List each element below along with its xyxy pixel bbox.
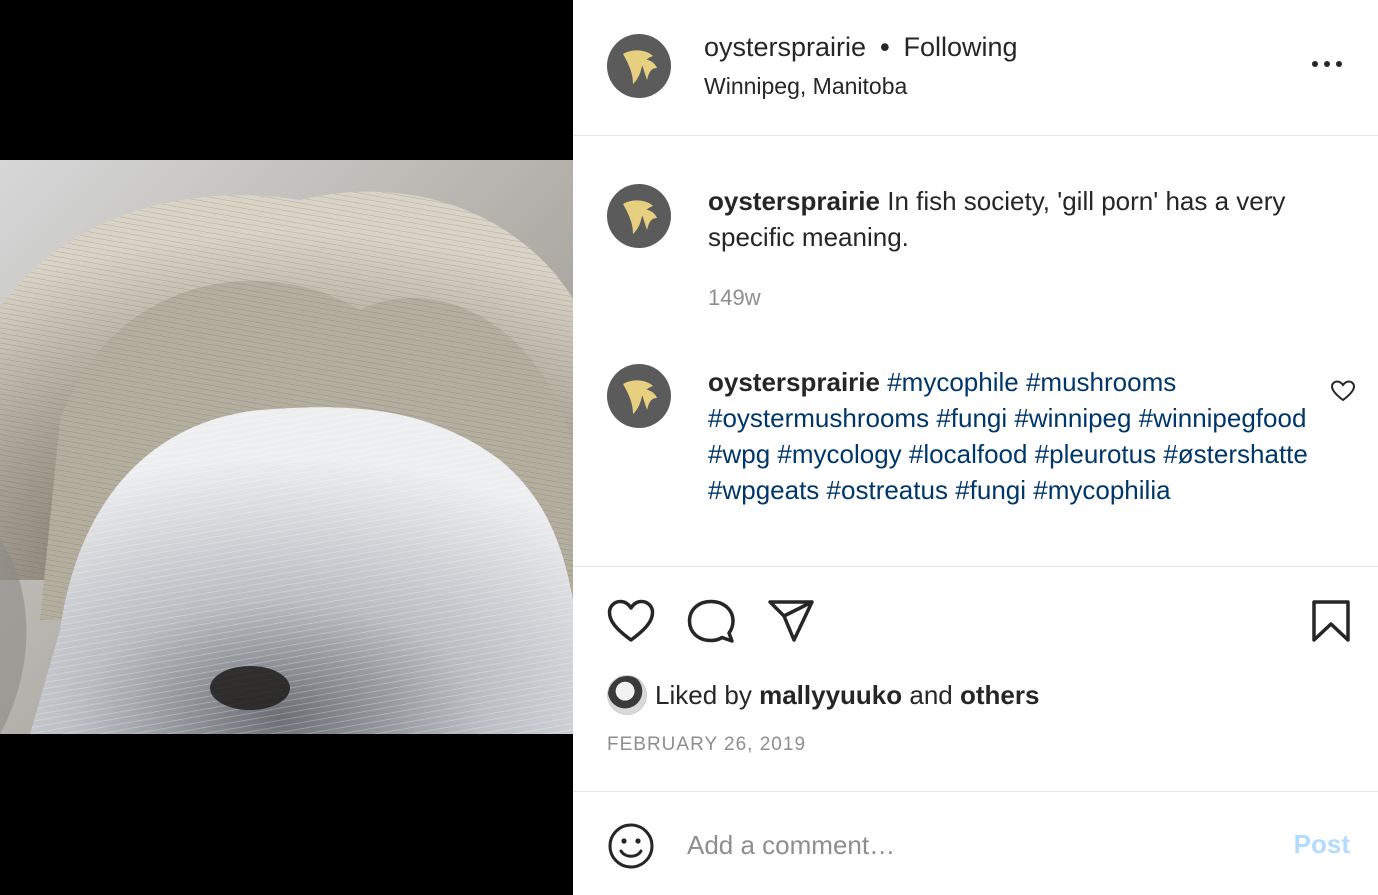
hashtag-link[interactable]: #wpgeats (708, 475, 819, 505)
comment-input[interactable] (687, 823, 1257, 867)
oyster-logo-icon (623, 50, 657, 84)
hashtag-link[interactable]: #pleurotus (1035, 439, 1156, 469)
likes-summary: Liked by mallyyuuko and others (607, 675, 1039, 715)
hashtag-link[interactable]: #localfood (909, 439, 1028, 469)
hashtag-link[interactable]: #winnipeg (1014, 403, 1131, 433)
heart-icon[interactable] (607, 599, 655, 643)
following-button[interactable]: Following (904, 32, 1018, 63)
hashtag-link[interactable]: #mycophilia (1033, 475, 1170, 505)
likes-conjunction: and (909, 679, 953, 710)
hashtag-link[interactable]: #oystermushrooms (708, 403, 929, 433)
hashtag-link[interactable]: #østershatte (1163, 439, 1308, 469)
caption-timestamp[interactable]: 149w (708, 285, 761, 311)
share-icon[interactable] (767, 599, 815, 643)
header-username[interactable]: oystersprairie (704, 32, 866, 63)
hashtag-link[interactable]: #wpg (708, 439, 770, 469)
post-button[interactable]: Post (1294, 829, 1350, 860)
emoji-icon[interactable] (607, 822, 655, 870)
hashtag-link[interactable]: #mycophile (887, 367, 1019, 397)
post-date[interactable]: FEBRUARY 26, 2019 (607, 734, 806, 756)
profile-avatar[interactable] (607, 34, 671, 98)
small-heart-icon[interactable] (1330, 379, 1356, 403)
media-pane (0, 0, 573, 895)
oyster-logo-icon (623, 200, 657, 234)
hashtag-link[interactable]: #mycology (777, 439, 901, 469)
caption-avatar[interactable] (607, 184, 671, 248)
hashtag-link[interactable]: #mushrooms (1026, 367, 1176, 397)
hashtag-link[interactable]: #fungi (936, 403, 1007, 433)
liker-username[interactable]: mallyyuuko (759, 680, 902, 711)
comment-avatar[interactable] (607, 364, 671, 428)
likes-others-link[interactable]: others (960, 680, 1039, 711)
separator-dot: • (880, 32, 890, 62)
liker-avatar[interactable] (607, 675, 647, 715)
hashtag-comment: oystersprairie #mycophile #mushrooms #oy… (708, 364, 1318, 508)
comment-composer: Post (573, 793, 1378, 895)
post-details-panel: oystersprairie • Following Winnipeg, Man… (573, 0, 1378, 895)
comment-username[interactable]: oystersprairie (708, 367, 880, 397)
header-title-row: oystersprairie • Following (704, 32, 1018, 63)
more-options-icon[interactable] (1310, 52, 1344, 76)
location-link[interactable]: Winnipeg, Manitoba (704, 73, 907, 100)
caption-username[interactable]: oystersprairie (708, 186, 880, 216)
hashtag-link[interactable]: #ostreatus (827, 475, 948, 505)
likes-prefix: Liked by (655, 679, 752, 710)
oyster-logo-icon (623, 380, 657, 414)
caption: oystersprairie In fish society, 'gill po… (708, 183, 1358, 255)
comments-section: oystersprairie In fish society, 'gill po… (573, 137, 1378, 565)
actions-section: Liked by mallyyuuko and others FEBRUARY … (573, 566, 1378, 792)
post-header: oystersprairie • Following Winnipeg, Man… (573, 0, 1378, 136)
bookmark-icon[interactable] (1311, 599, 1351, 643)
hashtag-link[interactable]: #fungi (955, 475, 1026, 505)
post-image[interactable] (0, 160, 573, 734)
comment-icon[interactable] (687, 599, 735, 645)
hashtag-link[interactable]: #winnipegfood (1139, 403, 1307, 433)
mushroom-gills-illustration (0, 160, 573, 734)
